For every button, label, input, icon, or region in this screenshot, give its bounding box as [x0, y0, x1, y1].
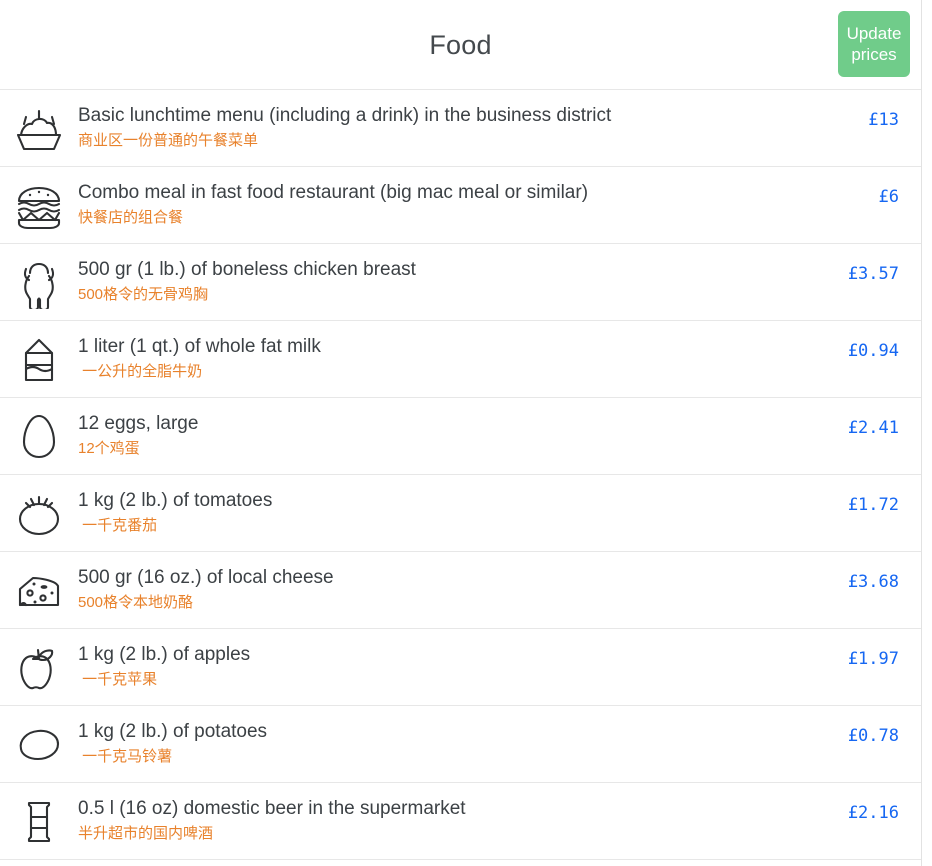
- item-title: Combo meal in fast food restaurant (big …: [78, 181, 801, 205]
- update-button-line2: prices: [842, 44, 906, 65]
- item-title: 0.5 l (16 oz) domestic beer in the super…: [78, 797, 801, 821]
- table-row[interactable]: 1 liter (1 qt.) of whole fat milk 一公升的全脂…: [0, 321, 921, 398]
- chicken-icon: [0, 244, 78, 321]
- item-title: 500 gr (16 oz.) of local cheese: [78, 566, 801, 590]
- table-row[interactable]: 1 kg (2 lb.) of apples 一千克苹果£1.97: [0, 629, 921, 706]
- item-title: 1 kg (2 lb.) of tomatoes: [78, 489, 801, 513]
- item-subtitle: 500格令本地奶酪: [78, 592, 801, 614]
- item-subtitle: 500格令的无骨鸡胸: [78, 284, 801, 306]
- item-subtitle: 商业区一份普通的午餐菜单: [78, 130, 801, 152]
- page-header: Food Update prices: [0, 0, 921, 90]
- potato-icon: [0, 706, 78, 783]
- item-title: 1 liter (1 qt.) of whole fat milk: [78, 335, 801, 359]
- item-price: £0.94: [801, 321, 921, 361]
- item-text: 1 kg (2 lb.) of potatoes 一千克马铃薯: [78, 706, 801, 768]
- egg-icon: [0, 398, 78, 475]
- item-subtitle: 快餐店的组合餐: [78, 207, 801, 229]
- table-row[interactable]: 0.5 l (16 oz) domestic beer in the super…: [0, 783, 921, 860]
- table-row[interactable]: 500 gr (16 oz.) of local cheese500格令本地奶酪…: [0, 552, 921, 629]
- item-text: 1 liter (1 qt.) of whole fat milk 一公升的全脂…: [78, 321, 801, 383]
- item-price: £0.78: [801, 706, 921, 746]
- table-row[interactable]: 1 kg (2 lb.) of tomatoes 一千克番茄£1.72: [0, 475, 921, 552]
- content-column: Food Update prices Basic lunchtime menu …: [0, 0, 921, 866]
- update-prices-button[interactable]: Update prices: [838, 11, 910, 77]
- item-price: £1.72: [801, 475, 921, 515]
- beer-can-icon: [0, 783, 78, 860]
- item-subtitle: 一千克马铃薯: [78, 746, 801, 768]
- vertical-scrollbar[interactable]: [921, 0, 932, 866]
- item-price: £2.16: [801, 783, 921, 823]
- milk-carton-icon: [0, 321, 78, 398]
- item-subtitle: 12个鸡蛋: [78, 438, 801, 460]
- item-title: 1 kg (2 lb.) of apples: [78, 643, 801, 667]
- page-title: Food: [0, 30, 921, 61]
- tomato-icon: [0, 475, 78, 552]
- item-text: Basic lunchtime menu (including a drink)…: [78, 90, 801, 152]
- table-row[interactable]: 1 kg (2 lb.) of potatoes 一千克马铃薯£0.78: [0, 706, 921, 783]
- item-text: 0.5 l (16 oz) domestic beer in the super…: [78, 783, 801, 845]
- apple-icon: [0, 629, 78, 706]
- table-row[interactable]: 12 eggs, large12个鸡蛋£2.41: [0, 398, 921, 475]
- item-price: £1.97: [801, 629, 921, 669]
- burger-icon: [0, 167, 78, 244]
- item-subtitle: 一千克番茄: [78, 515, 801, 537]
- table-row[interactable]: Combo meal in fast food restaurant (big …: [0, 167, 921, 244]
- update-button-line1: Update: [842, 23, 906, 44]
- food-prices-page: Food Update prices Basic lunchtime menu …: [0, 0, 932, 866]
- food-bowl-icon: [0, 90, 78, 167]
- item-price: £3.68: [801, 552, 921, 592]
- item-text: Combo meal in fast food restaurant (big …: [78, 167, 801, 229]
- item-text: 12 eggs, large12个鸡蛋: [78, 398, 801, 460]
- item-price: £2.41: [801, 398, 921, 438]
- item-price: £3.57: [801, 244, 921, 284]
- item-subtitle: 一千克苹果: [78, 669, 801, 691]
- table-row[interactable]: Basic lunchtime menu (including a drink)…: [0, 90, 921, 167]
- item-text: 500 gr (16 oz.) of local cheese500格令本地奶酪: [78, 552, 801, 614]
- item-text: 500 gr (1 lb.) of boneless chicken breas…: [78, 244, 801, 306]
- item-subtitle: 半升超市的国内啤酒: [78, 823, 801, 845]
- item-text: 1 kg (2 lb.) of tomatoes 一千克番茄: [78, 475, 801, 537]
- item-title: 1 kg (2 lb.) of potatoes: [78, 720, 801, 744]
- item-title: 12 eggs, large: [78, 412, 801, 436]
- cheese-icon: [0, 552, 78, 629]
- food-item-list: Basic lunchtime menu (including a drink)…: [0, 90, 921, 860]
- item-price: £13: [801, 90, 921, 130]
- item-text: 1 kg (2 lb.) of apples 一千克苹果: [78, 629, 801, 691]
- item-title: Basic lunchtime menu (including a drink)…: [78, 104, 801, 128]
- item-subtitle: 一公升的全脂牛奶: [78, 361, 801, 383]
- item-title: 500 gr (1 lb.) of boneless chicken breas…: [78, 258, 801, 282]
- table-row[interactable]: 500 gr (1 lb.) of boneless chicken breas…: [0, 244, 921, 321]
- item-price: £6: [801, 167, 921, 207]
